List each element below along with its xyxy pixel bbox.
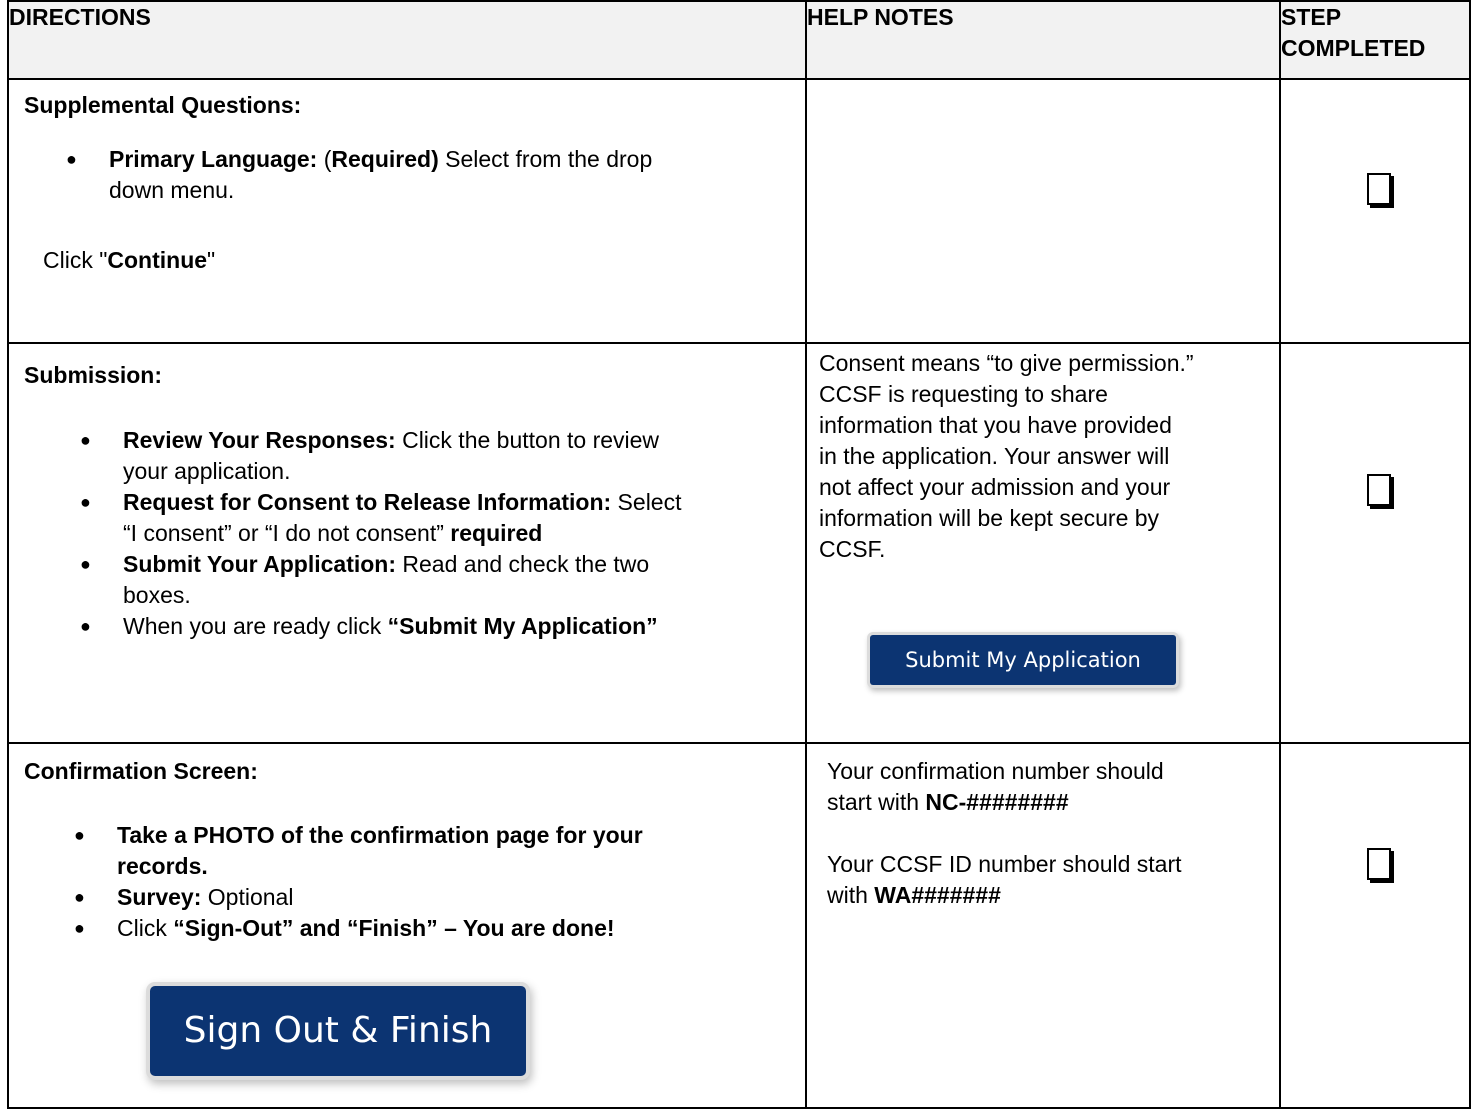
bullet-text: Click	[117, 915, 174, 941]
sign-out-finish-button[interactable]: Sign Out & Finish	[150, 986, 526, 1076]
bullet-label: Submit Your Application:	[123, 551, 397, 577]
help-line: not affect your admission and your	[819, 474, 1171, 500]
bullet-dot: ●	[74, 825, 85, 845]
required-label: Required)	[331, 146, 439, 172]
list-item: ● Review Your Responses: Click the butto…	[80, 425, 793, 487]
help-text-span: start with	[827, 789, 926, 815]
continue-label: Continue	[107, 247, 208, 273]
instructions-table: DIRECTIONS HELP NOTES STEP COMPLETED Sup…	[7, 0, 1471, 1109]
list-item: ● Submit Your Application: Read and chec…	[80, 549, 793, 611]
bullet-dot: ●	[80, 430, 91, 450]
bullet-dot: ●	[74, 887, 85, 907]
list-item: ● Take a PHOTO of the confirmation page …	[74, 820, 797, 882]
bullet-dot: ●	[74, 918, 85, 938]
header-step-line1: STEP	[1281, 4, 1342, 30]
header-step-line2: COMPLETED	[1281, 35, 1426, 61]
help-notes-cell	[805, 78, 1281, 344]
list-item: ● Click “Sign-Out” and “Finish” – You ar…	[74, 913, 797, 944]
directions-cell: Confirmation Screen: ● Take a PHOTO of t…	[7, 742, 807, 1109]
bullet-label: Primary Language:	[109, 146, 318, 172]
submit-my-application-button[interactable]: Submit My Application	[870, 635, 1176, 685]
bullet-list: ● Primary Language: (Required) Select fr…	[66, 144, 789, 206]
bullet-label: Review Your Responses:	[123, 427, 396, 453]
bullet-dot: ●	[80, 492, 91, 512]
step-completed-cell	[1279, 78, 1471, 344]
help-text-span: with	[827, 882, 875, 908]
step-completed-cell	[1279, 742, 1471, 1109]
directions-cell: Submission: ● Review Your Responses: Cli…	[7, 342, 807, 744]
help-text: Your confirmation number should start wi…	[827, 756, 1277, 911]
continue-instruction: Click "Continue"	[43, 245, 215, 276]
help-notes-cell: Consent means “to give permission.” CCSF…	[805, 342, 1281, 744]
bullet-label: “Submit My Application”	[387, 613, 658, 639]
bullet-dot: ●	[66, 149, 77, 169]
instruction-text: Click "	[43, 247, 108, 273]
help-line: information will be kept secure by	[819, 505, 1160, 531]
list-item: ● Request for Consent to Release Informa…	[80, 487, 793, 549]
bullet-label: Take a PHOTO of the confirmation page fo…	[117, 822, 643, 848]
bullet-text: Select from the drop	[438, 146, 653, 172]
bullet-text: Read and check the two	[396, 551, 650, 577]
help-line: in the application. Your answer will	[819, 443, 1170, 469]
bullet-label: “Sign-Out” and “Finish” – You are done!	[173, 915, 615, 941]
bullet-dot: ●	[80, 616, 91, 636]
section-title: Confirmation Screen:	[24, 758, 258, 784]
bullet-text: boxes.	[123, 582, 191, 608]
help-line: Your CCSF ID number should start	[827, 851, 1182, 877]
confirmation-number-format: NC-########	[925, 789, 1069, 815]
header-directions: DIRECTIONS	[7, 0, 807, 80]
bullet-label: Request for Consent to Release Informati…	[123, 489, 612, 515]
list-item: ● Primary Language: (Required) Select fr…	[66, 144, 789, 206]
bullet-text: your application.	[123, 458, 291, 484]
bullet-text: Select	[611, 489, 682, 515]
checkbox-icon[interactable]	[1367, 848, 1391, 880]
bullet-text: “I consent” or “I do not consent”	[123, 520, 451, 546]
bullet-label: records.	[117, 853, 208, 879]
help-line: information that you have provided	[819, 412, 1172, 438]
bullet-text: When you are ready click	[123, 613, 388, 639]
help-line: CCSF is requesting to share	[819, 381, 1108, 407]
bullet-text: (	[317, 146, 332, 172]
help-text: Consent means “to give permission.” CCSF…	[819, 348, 1279, 565]
checkbox-icon[interactable]	[1367, 173, 1391, 205]
list-item: ● Survey: Optional	[74, 882, 797, 913]
help-line: CCSF.	[819, 536, 886, 562]
table-row: Confirmation Screen: ● Take a PHOTO of t…	[7, 742, 1471, 1109]
bullet-text: Optional	[201, 884, 294, 910]
header-help-notes: HELP NOTES	[805, 0, 1281, 80]
checkbox-icon[interactable]	[1367, 474, 1391, 506]
help-notes-cell: Your confirmation number should start wi…	[805, 742, 1281, 1109]
bullet-list: ● Review Your Responses: Click the butto…	[80, 425, 793, 642]
table-row: Supplemental Questions: ● Primary Langua…	[7, 78, 1471, 344]
help-line: Consent means “to give permission.”	[819, 350, 1194, 376]
help-line: Your confirmation number should	[827, 758, 1164, 784]
header-row: DIRECTIONS HELP NOTES STEP COMPLETED	[7, 0, 1471, 80]
step-completed-cell	[1279, 342, 1471, 744]
bullet-label: Survey:	[117, 884, 202, 910]
list-item: ● When you are ready click “Submit My Ap…	[80, 611, 793, 642]
table-row: Submission: ● Review Your Responses: Cli…	[7, 342, 1471, 744]
bullet-dot: ●	[80, 554, 91, 574]
bullet-text: Click the button to review	[395, 427, 660, 453]
section-title: Supplemental Questions:	[24, 92, 302, 118]
bullet-list: ● Take a PHOTO of the confirmation page …	[74, 820, 797, 944]
help-line: with WA#######	[827, 880, 1277, 911]
instruction-text: "	[207, 247, 216, 273]
section-title: Submission:	[24, 362, 163, 388]
ccsf-id-format: WA#######	[874, 882, 1001, 908]
header-step-completed: STEP COMPLETED	[1279, 0, 1471, 80]
directions-cell: Supplemental Questions: ● Primary Langua…	[7, 78, 807, 344]
bullet-text: down menu.	[109, 177, 235, 203]
required-label: required	[450, 520, 543, 546]
help-line: start with NC-########	[827, 787, 1277, 818]
